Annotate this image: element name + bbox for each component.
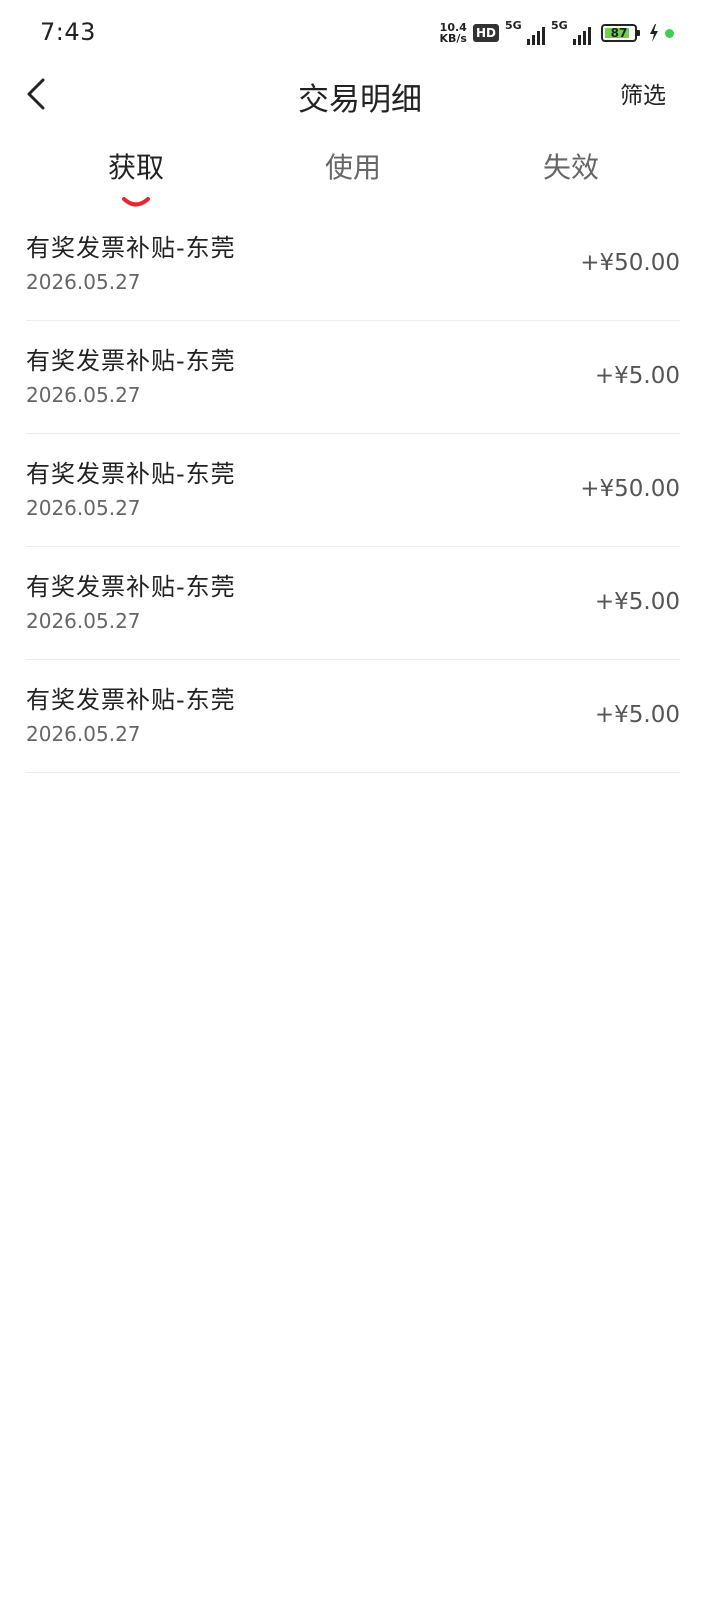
status-icons: 10.4 KB/s HD 5G 5G 87 (440, 19, 674, 46)
transaction-date: 2026.05.27 (26, 496, 141, 520)
page-title: 交易明细 (298, 82, 422, 118)
status-bar: 7:43 10.4 KB/s HD 5G 5G 87 (0, 0, 720, 66)
signal-icon: 5G (505, 19, 545, 45)
transaction-title: 有奖发票补贴-东莞 (26, 686, 236, 714)
transaction-date: 2026.05.27 (26, 270, 141, 294)
battery-level: 87 (610, 26, 628, 40)
network-speed-unit: KB/s (439, 32, 467, 45)
battery-icon: 87 (601, 24, 640, 42)
tab-use[interactable]: 使用 (278, 146, 428, 186)
list-item[interactable]: 有奖发票补贴-东莞 2026.05.27 +¥50.00 (26, 208, 680, 321)
transaction-title: 有奖发票补贴-东莞 (26, 573, 236, 601)
transaction-amount: +¥5.00 (594, 702, 680, 728)
signal-icon: 5G (551, 19, 591, 45)
filter-button[interactable]: 筛选 (620, 76, 666, 110)
tab-bar: 获取 使用 失效 (0, 146, 720, 208)
list-item[interactable]: 有奖发票补贴-东莞 2026.05.27 +¥5.00 (26, 660, 680, 773)
transaction-date: 2026.05.27 (26, 383, 141, 407)
transaction-title: 有奖发票补贴-东莞 (26, 234, 236, 262)
tab-obtain[interactable]: 获取 (61, 146, 211, 186)
transaction-amount: +¥5.00 (594, 589, 680, 615)
transaction-list: 有奖发票补贴-东莞 2026.05.27 +¥50.00 有奖发票补贴-东莞 2… (26, 208, 680, 773)
transaction-date: 2026.05.27 (26, 722, 141, 746)
transaction-title: 有奖发票补贴-东莞 (26, 460, 236, 488)
active-tab-indicator (122, 197, 150, 207)
transaction-title: 有奖发票补贴-东莞 (26, 347, 236, 375)
tab-expired[interactable]: 失效 (496, 146, 646, 186)
status-time: 7:43 (40, 18, 96, 46)
list-item[interactable]: 有奖发票补贴-东莞 2026.05.27 +¥5.00 (26, 547, 680, 660)
transaction-date: 2026.05.27 (26, 609, 141, 633)
hd-icon: HD (472, 24, 499, 42)
status-dot-icon (665, 28, 674, 38)
transaction-amount: +¥5.00 (594, 363, 680, 389)
list-item[interactable]: 有奖发票补贴-东莞 2026.05.27 +¥50.00 (26, 434, 680, 547)
transaction-amount: +¥50.00 (580, 476, 680, 502)
nav-bar: 交易明细 筛选 (0, 66, 720, 124)
transaction-amount: +¥50.00 (580, 250, 680, 276)
signal-5g-label: 5G (551, 19, 568, 32)
list-item[interactable]: 有奖发票补贴-东莞 2026.05.27 +¥5.00 (26, 321, 680, 434)
charging-icon (650, 24, 658, 42)
signal-5g-label: 5G (505, 19, 522, 32)
network-speed: 10.4 KB/s (440, 22, 467, 44)
